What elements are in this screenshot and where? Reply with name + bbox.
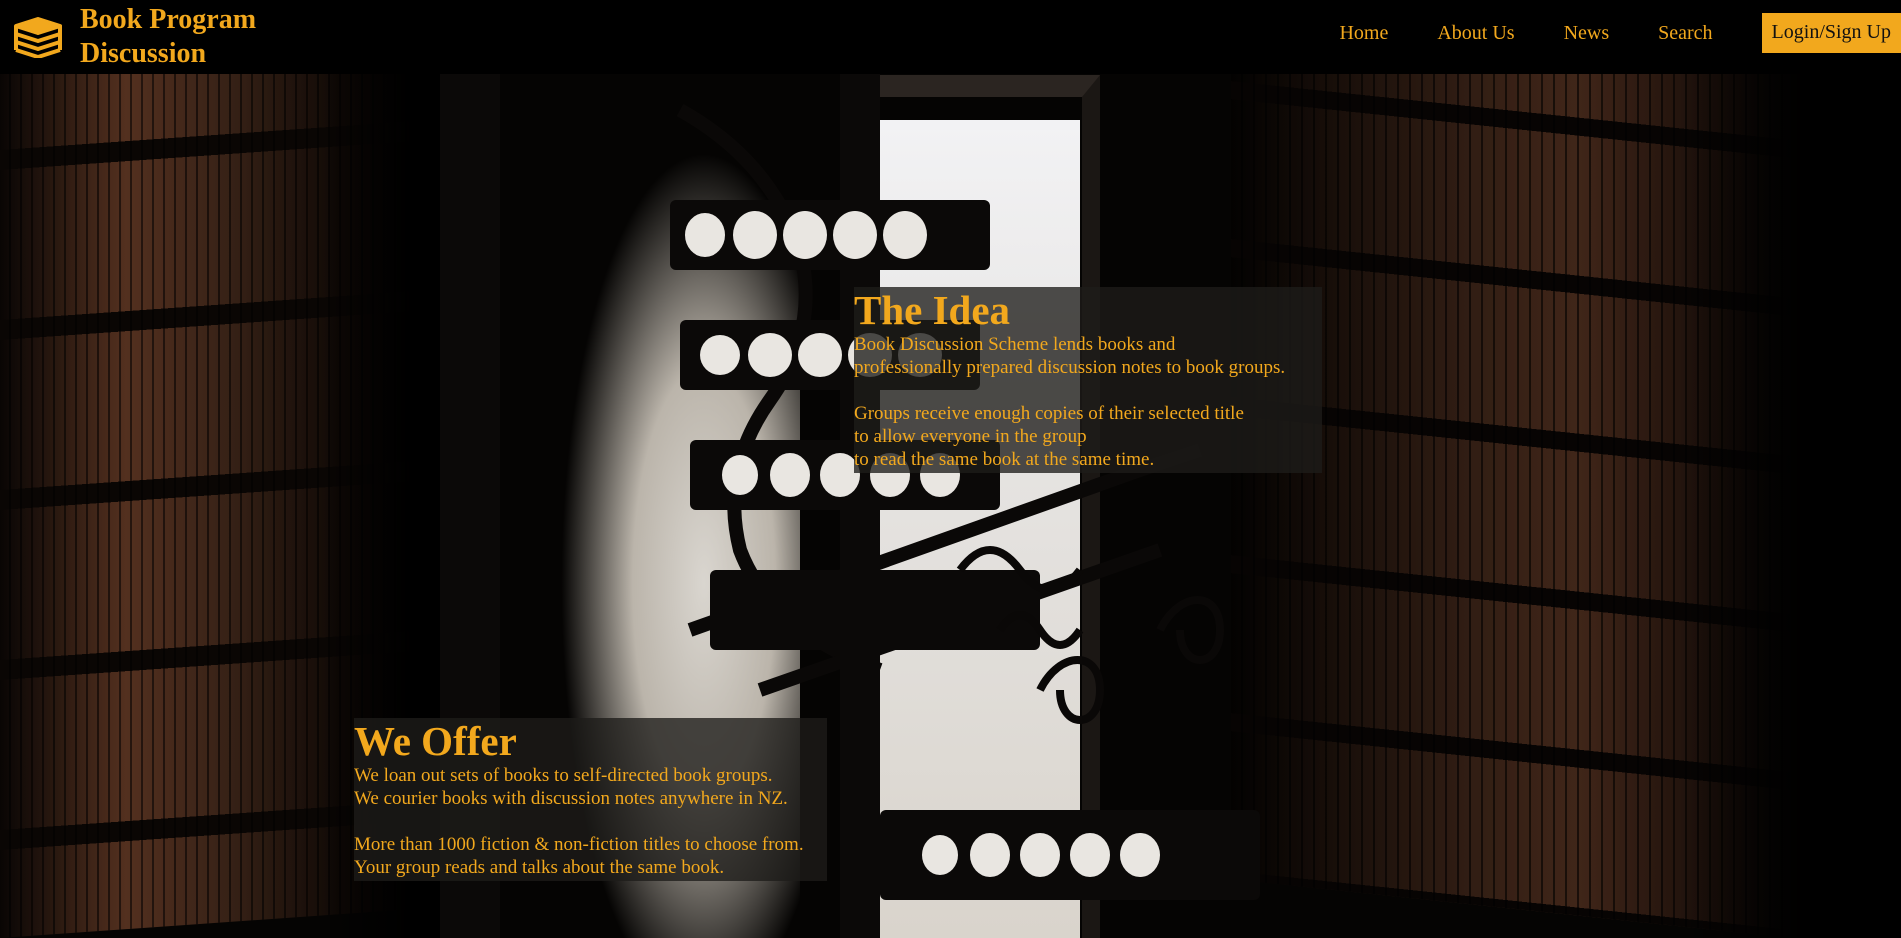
brand-line-1: Book Program [80,4,257,35]
offer-title: We Offer [354,718,517,764]
page: Book Program Discussion Home About Us Ne… [0,0,1901,938]
nav-about-us-link[interactable]: About Us [1437,22,1514,45]
top-navigation-bar: Book Program Discussion Home About Us Ne… [0,0,1901,74]
offer-section: We Offer We loan out sets of books to se… [354,718,827,881]
nav-home-link[interactable]: Home [1339,22,1388,45]
offer-line-1: We loan out sets of books to self-direct… [354,765,773,786]
idea-line-4: Groups receive enough copies of their se… [854,403,1244,424]
main-nav: Home About Us News Search Login/Sign Up [1339,13,1901,53]
idea-line-5: to allow everyone in the group [854,426,1087,447]
offer-line-2: We courier books with discussion notes a… [354,788,788,809]
idea-line-2: professionally prepared discussion notes… [854,357,1286,378]
brand-line-2: Discussion [80,38,207,69]
offer-line-4: More than 1000 fiction & non-fiction tit… [354,834,804,855]
login-signup-button[interactable]: Login/Sign Up [1761,13,1901,53]
offer-spacer [354,810,827,833]
idea-spacer [854,379,1322,402]
offer-line-5: Your group reads and talks about the sam… [354,857,725,878]
idea-line-1: Book Discussion Scheme lends books and [854,334,1176,355]
nav-news-link[interactable]: News [1564,22,1610,45]
site-brand-name[interactable]: Book Program Discussion [80,3,300,71]
idea-line-6: to read the same book at the same time. [854,449,1155,470]
nav-search-link[interactable]: Search [1658,22,1712,45]
book-stack-icon[interactable] [12,16,64,58]
idea-section: The Idea Book Discussion Scheme lends bo… [854,287,1322,473]
idea-title: The Idea [854,287,1011,333]
